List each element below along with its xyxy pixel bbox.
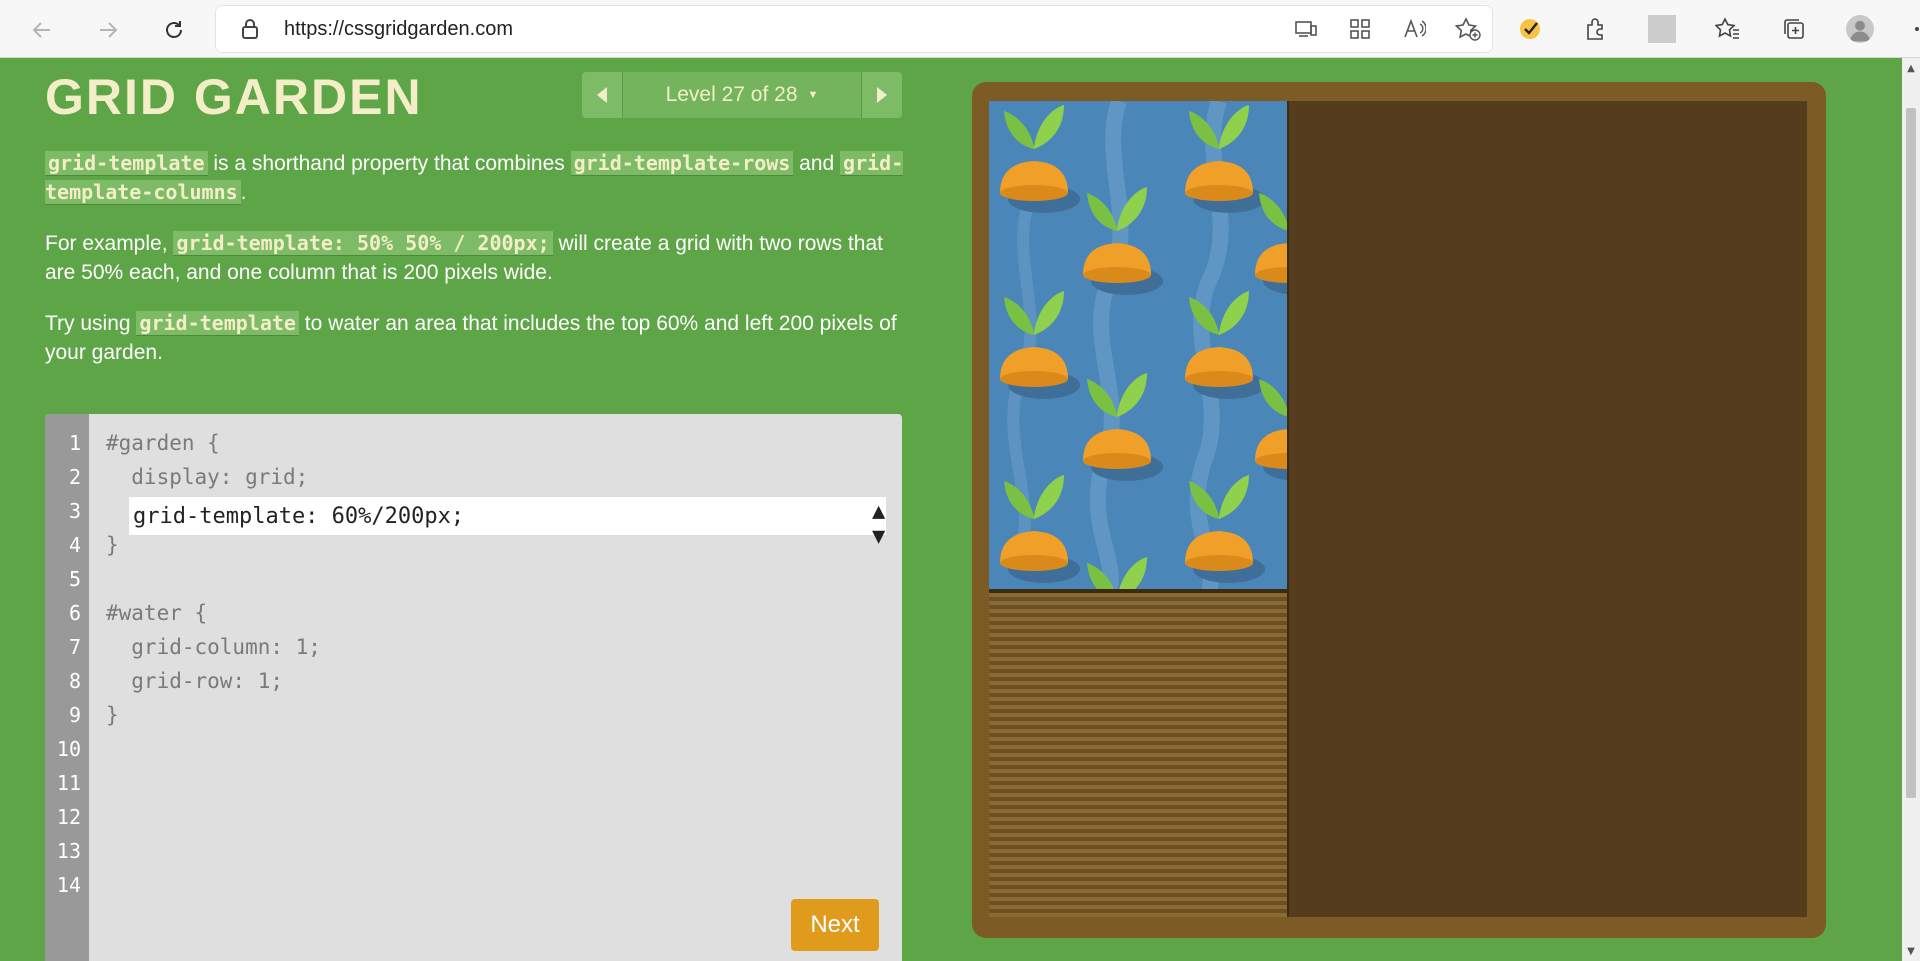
scrollbar-thumb[interactable] xyxy=(1906,108,1916,798)
extensions-icon[interactable] xyxy=(1582,15,1610,43)
code-line: grid-row: 1; xyxy=(106,669,284,693)
code-input[interactable]: grid-template: 60%/200px; ▲ ▼ xyxy=(129,497,886,549)
line-number: 13 xyxy=(56,839,81,863)
code-line: #water { xyxy=(106,601,208,625)
more-menu-icon[interactable] xyxy=(1912,15,1920,43)
instruction-text: and xyxy=(793,152,841,175)
input-scroll-arrows[interactable]: ▲ ▼ xyxy=(868,499,885,549)
line-number: 14 xyxy=(56,873,81,897)
browser-toolbar: https://cssgridgarden.com xyxy=(0,0,1920,58)
water-area xyxy=(989,101,1287,591)
line-number: 8 xyxy=(68,669,81,693)
page-scrollbar[interactable]: ▲ ▼ xyxy=(1902,58,1920,961)
game-title: GRID GARDEN xyxy=(45,69,423,125)
code-snippet: grid-template-rows xyxy=(570,151,794,176)
code-line: #garden { xyxy=(106,431,220,455)
line-number: 1 xyxy=(68,431,81,455)
instruction-paragraph-3: Try using grid-template to water an area… xyxy=(45,309,905,367)
soil-area xyxy=(989,593,1287,917)
forward-button[interactable] xyxy=(90,12,126,48)
line-number: 2 xyxy=(68,465,81,489)
address-bar[interactable]: https://cssgridgarden.com xyxy=(216,6,1492,52)
forward-arrow-icon xyxy=(100,22,118,38)
code-snippet: grid-template xyxy=(45,151,208,176)
next-level-button[interactable] xyxy=(862,72,902,118)
line-number: 11 xyxy=(56,771,81,795)
instruction-paragraph-2: For example, grid-template: 50% 50% / 20… xyxy=(45,229,905,287)
device-icon[interactable] xyxy=(1292,15,1320,43)
collections-icon[interactable] xyxy=(1780,15,1808,43)
triangle-right-icon xyxy=(877,87,887,103)
scroll-down-arrow-icon[interactable]: ▼ xyxy=(1902,943,1920,959)
prev-level-button[interactable] xyxy=(582,72,622,118)
back-arrow-icon xyxy=(32,22,50,38)
instruction-text: is a shorthand property that combines xyxy=(207,152,571,175)
css-editor: 1 2 3 4 5 6 7 8 9 10 11 12 13 14 #garden… xyxy=(45,414,902,961)
line-number: 12 xyxy=(56,805,81,829)
favorites-icon[interactable] xyxy=(1714,15,1742,43)
read-aloud-icon[interactable] xyxy=(1400,15,1428,43)
line-number: 3 xyxy=(68,499,81,523)
code-line: } xyxy=(106,703,119,727)
line-number: 4 xyxy=(68,533,81,557)
url-text[interactable]: https://cssgridgarden.com xyxy=(284,18,513,41)
line-number-gutter: 1 2 3 4 5 6 7 8 9 10 11 12 13 14 xyxy=(45,414,89,961)
lock-icon[interactable] xyxy=(238,17,262,41)
profile-avatar[interactable] xyxy=(1846,15,1874,43)
instruction-text: . xyxy=(240,181,247,204)
apps-icon[interactable] xyxy=(1346,15,1374,43)
instruction-paragraph-1: grid-template is a shorthand property th… xyxy=(45,149,905,207)
line-number: 6 xyxy=(68,601,81,625)
level-label: Level 27 of 28 xyxy=(665,83,798,106)
line-number: 7 xyxy=(68,635,81,659)
line-number: 9 xyxy=(68,703,81,727)
water-with-carrots xyxy=(1000,101,1287,591)
garden-grid-line xyxy=(1287,101,1289,917)
code-snippet: grid-template: 50% 50% / 200px; xyxy=(173,231,553,256)
instructions: grid-template is a shorthand property th… xyxy=(45,149,905,389)
code-lines: #garden { display: grid; } #water { grid… xyxy=(106,426,321,732)
instruction-text: For example, xyxy=(45,232,174,255)
add-favorite-icon[interactable] xyxy=(1454,15,1482,43)
scroll-up-arrow-icon[interactable]: ▲ xyxy=(1902,60,1920,76)
next-button[interactable]: Next xyxy=(791,899,879,951)
instruction-text: Try using xyxy=(45,312,137,335)
game-page: GRID GARDEN Level 27 of 28 ▼ grid-templa… xyxy=(0,58,1902,961)
caret-down-icon: ▼ xyxy=(807,89,819,101)
extension-check-icon[interactable] xyxy=(1516,15,1544,43)
code-line: display: grid; xyxy=(106,465,309,489)
code-line: grid-column: 1; xyxy=(106,635,321,659)
level-dropdown[interactable]: Level 27 of 28 ▼ xyxy=(622,72,862,118)
scroll-down-icon[interactable]: ▼ xyxy=(868,524,885,549)
refresh-button[interactable] xyxy=(156,12,192,48)
toolbar-separator xyxy=(1648,15,1676,43)
level-navigation: Level 27 of 28 ▼ xyxy=(582,72,902,118)
back-button[interactable] xyxy=(24,12,60,48)
line-number: 5 xyxy=(68,567,81,591)
code-snippet: grid-template xyxy=(136,311,299,336)
line-number: 10 xyxy=(56,737,81,761)
code-input-value[interactable]: grid-template: 60%/200px; xyxy=(129,504,464,529)
scroll-up-icon[interactable]: ▲ xyxy=(868,499,885,524)
triangle-left-icon xyxy=(597,87,607,103)
refresh-icon xyxy=(166,21,182,38)
